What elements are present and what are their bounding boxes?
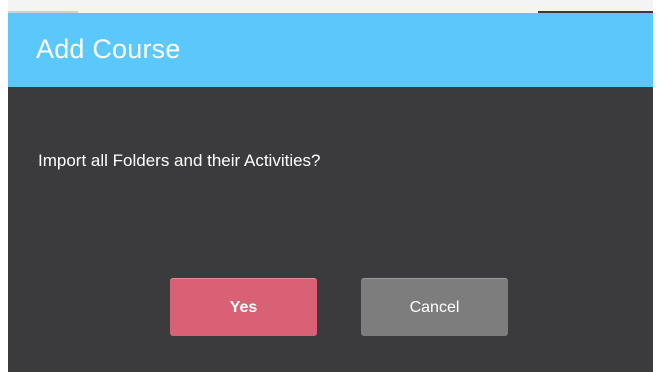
dialog-header: Add Course (8, 13, 653, 87)
dialog-message: Import all Folders and their Activities? (38, 151, 321, 170)
add-course-dialog: Add Course Import all Folders and their … (8, 13, 653, 372)
cancel-button[interactable]: Cancel (361, 278, 508, 336)
page: Add Course Import all Folders and their … (0, 0, 661, 372)
background-window-strip (8, 0, 653, 13)
dialog-title: Add Course (36, 33, 181, 64)
dialog-body: Import all Folders and their Activities?… (8, 87, 653, 372)
yes-button[interactable]: Yes (170, 278, 317, 336)
